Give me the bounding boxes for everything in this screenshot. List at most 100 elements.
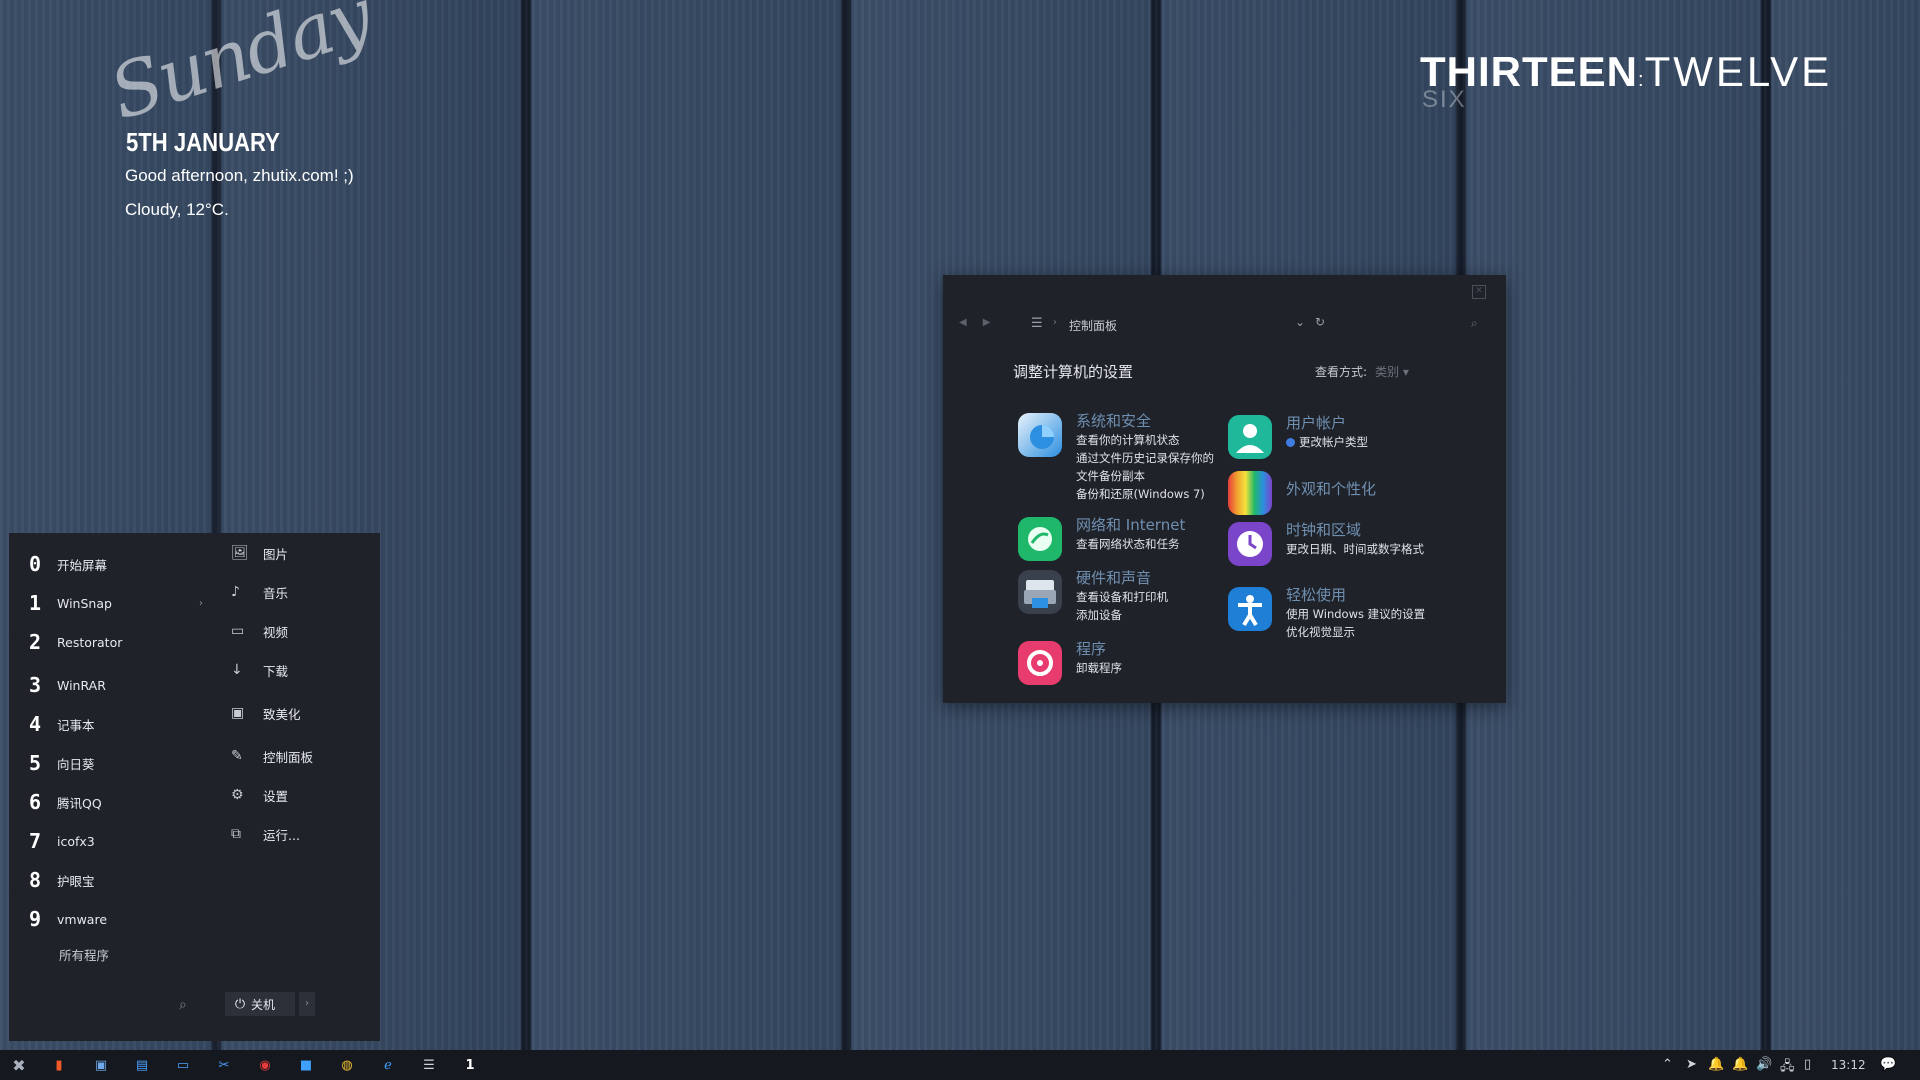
app-name: WinRAR (57, 677, 106, 693)
category-title[interactable]: 程序 (1076, 639, 1216, 659)
send-icon[interactable]: ➤ (1686, 1057, 1697, 1072)
shield-dot-icon (1286, 438, 1295, 447)
app-hotkey: 5 (29, 751, 42, 775)
start-app-item[interactable]: 0 开始屏幕 (29, 552, 107, 576)
category-link[interactable]: 通过文件历史记录保存你的文件备份副本 (1076, 449, 1216, 485)
weather-text: Cloudy, 12°C. (125, 200, 229, 219)
photoshop-icon[interactable]: ▣ (90, 1054, 112, 1076)
app-name: icofx3 (57, 833, 95, 849)
close-icon[interactable]: ✕ (1472, 285, 1486, 299)
user-icon (1228, 415, 1272, 459)
forward-icon[interactable]: ▶ (983, 317, 991, 328)
place-music[interactable]: ♪ 音乐 (231, 581, 288, 603)
app-name: WinSnap (57, 595, 112, 611)
place-control-panel[interactable]: ✎ 控制面板 (231, 745, 313, 767)
category-title[interactable]: 轻松使用 (1286, 585, 1426, 605)
control-panel-window: ✕ ◀ ▶ ☰ › 控制面板 ⌄ ↻ ⌕ 调整计算机的设置 查看方式: 类别 ▾ 系… (943, 275, 1506, 703)
control-panel-icon[interactable]: ☰ (418, 1054, 440, 1076)
video-icon: ▭ (231, 623, 245, 639)
shutdown-label: 关机 (251, 997, 276, 1012)
start-app-item[interactable]: 5 向日葵 (29, 751, 95, 775)
volume-icon[interactable]: 🔊 (1756, 1057, 1772, 1072)
category-title[interactable]: 硬件和声音 (1076, 568, 1216, 588)
search-icon[interactable]: ⌕ (179, 997, 187, 1013)
category-link[interactable]: 查看设备和打印机 (1076, 588, 1216, 606)
back-icon[interactable]: ◀ (959, 317, 967, 328)
start-app-item[interactable]: 8 护眼宝 (29, 868, 95, 892)
monitor-icon: ▣ (231, 705, 245, 721)
greeting-text: Good afternoon, zhutix.com! ;) (125, 166, 354, 185)
category-link[interactable]: 更改日期、时间或数字格式 (1286, 540, 1426, 558)
start-app-item[interactable]: 4 记事本 (29, 712, 95, 736)
all-programs-link[interactable]: 所有程序 (59, 945, 109, 964)
category-link[interactable]: 查看网络状态和任务 (1076, 535, 1216, 553)
place-pictures[interactable]: 🖼 图片 (231, 542, 288, 564)
place-downloads[interactable]: ↓ 下载 (231, 659, 288, 681)
bell-icon[interactable]: 🔔 (1708, 1057, 1724, 1072)
taskbar-clock[interactable]: 13:12 (1831, 1058, 1866, 1072)
action-center-icon[interactable]: 💬 (1880, 1057, 1896, 1072)
chevron-right-icon: › (1053, 317, 1057, 328)
chevron-up-icon[interactable]: ⌃ (1662, 1057, 1673, 1072)
office-icon[interactable]: ▮ (48, 1054, 70, 1076)
start-app-item[interactable]: 3 WinRAR (29, 673, 106, 697)
edge-icon[interactable]: ℯ (377, 1054, 399, 1076)
view-by-select[interactable]: 类别 ▾ (1375, 365, 1409, 379)
chevron-right-icon[interactable]: › (199, 598, 203, 609)
chevron-down-icon[interactable]: ⌄ (1295, 315, 1305, 329)
power-options-button[interactable]: › (299, 992, 315, 1016)
netease-music-icon[interactable]: ◉ (254, 1054, 276, 1076)
search-icon[interactable]: ⌕ (1471, 316, 1478, 331)
app-hotkey: 2 (29, 630, 42, 654)
place-run[interactable]: ⧉ 运行... (231, 823, 300, 845)
image-icon: 🖼 (231, 545, 249, 561)
winsnap-icon[interactable]: 1 (459, 1054, 481, 1076)
chrome-icon[interactable]: ◍ (336, 1054, 358, 1076)
breadcrumb[interactable]: 控制面板 (1069, 317, 1117, 334)
category-title[interactable]: 用户帐户 (1286, 413, 1426, 433)
category-title[interactable]: 网络和 Internet (1076, 515, 1216, 535)
place-zhutix[interactable]: ▣ 致美化 (231, 702, 301, 724)
clock-icon (1228, 522, 1272, 566)
app-hotkey: 6 (29, 790, 42, 814)
folder-icon[interactable]: ■ (295, 1054, 317, 1076)
start-app-item[interactable]: 1 WinSnap › (29, 591, 203, 615)
category-link[interactable]: 添加设备 (1076, 606, 1216, 624)
place-settings[interactable]: ⚙ 设置 (231, 784, 288, 806)
printer-icon (1018, 570, 1062, 614)
category-link[interactable]: 优化视觉显示 (1286, 623, 1426, 641)
start-app-item[interactable]: 7 icofx3 (29, 829, 95, 853)
start-app-item[interactable]: 9 vmware (29, 907, 107, 931)
power-icon: ⏻ (234, 996, 246, 1012)
category-title[interactable]: 外观和个性化 (1286, 479, 1426, 499)
app-hotkey: 0 (29, 552, 42, 576)
terminal-icon[interactable]: ▭ (172, 1054, 194, 1076)
notepad-icon[interactable]: ▤ (131, 1054, 153, 1076)
app-name: 护眼宝 (57, 873, 95, 889)
category-link[interactable]: 查看你的计算机状态 (1076, 431, 1216, 449)
date-label: 5TH JANUARY (126, 127, 280, 157)
brand-light: TWELVE (1644, 48, 1833, 95)
place-videos[interactable]: ▭ 视频 (231, 620, 288, 642)
snip-icon[interactable]: ✂ (213, 1054, 235, 1076)
run-icon: ⧉ (231, 826, 241, 842)
category-title[interactable]: 系统和安全 (1076, 411, 1216, 431)
accessibility-icon (1228, 587, 1272, 631)
category-link[interactable]: 备份和还原(Windows 7) (1076, 485, 1216, 503)
notification-icon[interactable]: 🔔 (1732, 1057, 1748, 1072)
app-name: 腾讯QQ (57, 795, 102, 811)
network-icon[interactable]: 🖧 (1780, 1057, 1795, 1079)
category-link[interactable]: 使用 Windows 建议的设置 (1286, 605, 1426, 623)
start-app-item[interactable]: 6 腾讯QQ (29, 790, 102, 814)
battery-icon[interactable]: ▯ (1804, 1057, 1811, 1072)
category-title[interactable]: 时钟和区域 (1286, 520, 1426, 540)
start-button[interactable]: ✖ (8, 1054, 30, 1076)
shutdown-button[interactable]: ⏻ 关机 (225, 992, 295, 1016)
refresh-icon[interactable]: ↻ (1315, 315, 1325, 329)
app-hotkey: 4 (29, 712, 42, 736)
start-app-item[interactable]: 2 Restorator (29, 630, 122, 654)
category-link[interactable]: 卸载程序 (1076, 659, 1216, 677)
app-hotkey: 1 (29, 591, 42, 615)
category-link[interactable]: 更改帐户类型 (1286, 433, 1426, 451)
app-name: Restorator (57, 634, 123, 650)
